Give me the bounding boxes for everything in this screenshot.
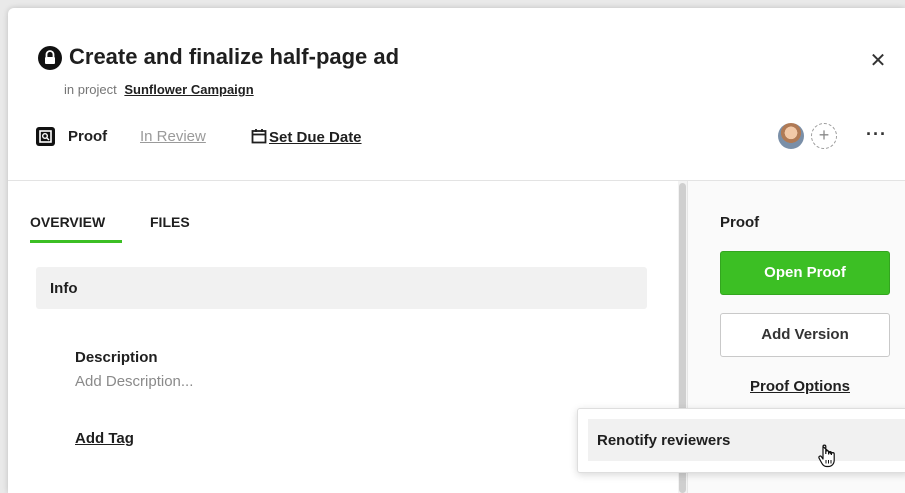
add-person-button[interactable]: +	[811, 123, 837, 149]
tab-files[interactable]: FILES	[150, 214, 190, 230]
project-prefix: in project	[64, 82, 117, 97]
status-dropdown[interactable]: In Review	[140, 128, 206, 145]
menu-item-label: Renotify reviewers	[597, 432, 731, 449]
project-info: in project Sunflower Campaign	[64, 82, 254, 97]
tab-overview[interactable]: OVERVIEW	[30, 214, 105, 230]
calendar-icon	[251, 129, 267, 144]
lock-icon	[38, 46, 62, 70]
more-options-button[interactable]: ···	[866, 124, 887, 145]
open-proof-button[interactable]: Open Proof	[720, 251, 890, 295]
description-label: Description	[75, 349, 158, 366]
add-tag-link[interactable]: Add Tag	[75, 430, 134, 447]
proof-options-menu: Renotify reviewers	[577, 408, 905, 473]
close-icon: ✕	[869, 50, 887, 72]
close-button[interactable]: ✕	[869, 50, 887, 72]
avatar[interactable]	[778, 123, 804, 149]
proof-icon	[36, 127, 55, 146]
more-icon: ···	[866, 124, 887, 144]
active-tab-indicator	[30, 240, 122, 243]
info-section-title: Info	[50, 280, 78, 297]
info-section-header[interactable]: Info	[36, 267, 647, 309]
proof-options-link[interactable]: Proof Options	[750, 378, 850, 395]
hand-cursor-icon	[818, 444, 835, 468]
add-version-button[interactable]: Add Version	[720, 313, 890, 357]
project-link[interactable]: Sunflower Campaign	[124, 82, 253, 97]
add-person-icon: +	[818, 125, 830, 145]
description-field[interactable]: Add Description...	[75, 373, 193, 390]
task-title: Create and finalize half-page ad	[69, 44, 400, 69]
task-type-label: Proof	[68, 128, 108, 145]
proof-panel-heading: Proof	[720, 214, 760, 231]
menu-item-renotify-reviewers[interactable]: Renotify reviewers	[588, 419, 905, 461]
set-due-date-button[interactable]: Set Due Date	[251, 128, 362, 146]
due-date-label: Set Due Date	[269, 129, 362, 146]
status-row: Proof In Review Set Due Date + ···	[36, 123, 896, 149]
